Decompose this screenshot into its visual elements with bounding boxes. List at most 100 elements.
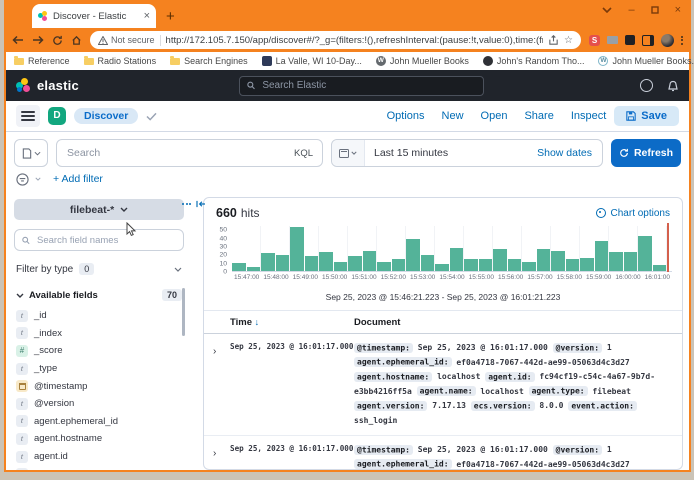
- refresh-button[interactable]: Refresh: [611, 139, 681, 167]
- chart-options-button[interactable]: Chart options: [596, 208, 670, 219]
- action-share[interactable]: Share: [524, 110, 553, 122]
- field-item[interactable]: tagent.id: [14, 448, 184, 466]
- date-picker: Last 15 minutes Show dates: [331, 139, 603, 167]
- histogram-bar[interactable]: [406, 239, 420, 272]
- histogram-bar[interactable]: [537, 249, 551, 272]
- histogram-bar[interactable]: [450, 248, 464, 272]
- bookmark-item[interactable]: Radio Stations: [84, 56, 157, 66]
- new-tab-button[interactable]: +: [166, 10, 175, 24]
- histogram-bar[interactable]: [290, 227, 304, 272]
- bookmark-item[interactable]: La Valle, WI 10-Day...: [262, 56, 362, 66]
- index-pattern-options-icon[interactable]: [182, 203, 191, 205]
- calendar-menu-button[interactable]: [332, 140, 365, 166]
- bookmark-item[interactable]: WJohn Mueller Books...: [598, 56, 694, 66]
- saved-query-menu-button[interactable]: [14, 139, 48, 167]
- histogram-bar[interactable]: [551, 251, 565, 272]
- field-item[interactable]: #_score: [14, 342, 184, 360]
- histogram-bar[interactable]: [363, 251, 377, 272]
- field-item[interactable]: t_id: [14, 307, 184, 325]
- bookmark-star-icon[interactable]: ☆: [564, 35, 573, 46]
- expand-row-icon[interactable]: ›: [204, 346, 216, 357]
- bookmark-item[interactable]: Reference: [14, 56, 70, 66]
- filter-menu-icon[interactable]: [16, 173, 29, 186]
- histogram-bar[interactable]: [348, 256, 362, 272]
- time-column-header[interactable]: Time ↓: [230, 317, 354, 328]
- available-fields-toggle[interactable]: Available fields 70: [14, 289, 184, 301]
- bookmark-item[interactable]: John's Random Tho...: [483, 56, 585, 66]
- extension-screen-icon[interactable]: [607, 36, 618, 44]
- back-icon[interactable]: [12, 35, 24, 45]
- minimize-button[interactable]: –: [628, 4, 634, 16]
- bookmark-label: John's Random Tho...: [497, 56, 585, 66]
- show-dates-link[interactable]: Show dates: [537, 147, 592, 159]
- histogram-bar[interactable]: [638, 236, 652, 272]
- table-row[interactable]: ›Sep 25, 2023 @ 16:01:17.000@timestamp: …: [204, 334, 682, 436]
- action-options[interactable]: Options: [387, 110, 425, 122]
- field-item[interactable]: t_type: [14, 360, 184, 378]
- index-pattern-selector[interactable]: filebeat-*: [14, 199, 184, 220]
- table-row[interactable]: ›Sep 25, 2023 @ 16:01:17.000@timestamp: …: [204, 436, 682, 469]
- action-new[interactable]: New: [442, 110, 464, 122]
- histogram-bar[interactable]: [595, 241, 609, 272]
- histogram-bar[interactable]: [580, 258, 594, 272]
- histogram-bar[interactable]: [276, 255, 290, 272]
- address-bar[interactable]: Not secure http://172.105.7.150/app/disc…: [90, 31, 581, 49]
- query-input-box[interactable]: KQL: [56, 139, 323, 167]
- nav-menu-icon[interactable]: [16, 105, 40, 127]
- histogram-bar[interactable]: [493, 249, 507, 272]
- forward-icon[interactable]: [32, 35, 44, 45]
- profile-avatar[interactable]: [661, 34, 674, 47]
- histogram-bar[interactable]: [609, 252, 623, 272]
- field-item[interactable]: t_index: [14, 325, 184, 343]
- histogram-bar[interactable]: [421, 255, 435, 272]
- chevron-down-icon[interactable]: [35, 177, 41, 181]
- histogram-bar[interactable]: [261, 253, 275, 272]
- space-badge[interactable]: D: [48, 107, 66, 125]
- reload-icon[interactable]: [52, 35, 63, 46]
- histogram-bar[interactable]: [305, 256, 319, 272]
- action-inspect[interactable]: Inspect: [571, 110, 606, 122]
- browser-tab[interactable]: Discover - Elastic ×: [32, 4, 156, 28]
- field-item[interactable]: t@version: [14, 395, 184, 413]
- help-icon[interactable]: [640, 79, 653, 92]
- sidebar-scrollbar[interactable]: [182, 288, 185, 336]
- window-chevron-icon[interactable]: [602, 7, 612, 13]
- field-search-box[interactable]: [14, 229, 184, 251]
- close-button[interactable]: ×: [675, 4, 681, 16]
- query-search-input[interactable]: [65, 146, 314, 160]
- sort-desc-icon[interactable]: ↓: [255, 317, 260, 327]
- bookmark-item[interactable]: WJohn Mueller Books: [376, 56, 469, 66]
- home-icon[interactable]: [71, 35, 82, 46]
- time-range-value[interactable]: Last 15 minutes: [374, 147, 448, 159]
- share-icon[interactable]: [548, 35, 559, 46]
- maximize-button[interactable]: [651, 6, 659, 14]
- elastic-brand[interactable]: elastic: [16, 78, 79, 93]
- browser-menu-icon[interactable]: [681, 36, 683, 45]
- histogram-bar[interactable]: [319, 252, 333, 272]
- field-item[interactable]: tagent.name: [14, 465, 184, 470]
- global-search[interactable]: [239, 76, 484, 96]
- bookmark-item[interactable]: Search Engines: [170, 56, 248, 66]
- tab-close-icon[interactable]: ×: [144, 11, 150, 21]
- alerts-bell-icon[interactable]: [667, 80, 679, 92]
- field-item[interactable]: tagent.ephemeral_id: [14, 413, 184, 431]
- field-item[interactable]: tagent.hostname: [14, 430, 184, 448]
- breadcrumb[interactable]: Discover: [74, 108, 138, 124]
- field-search-input[interactable]: [35, 234, 176, 247]
- field-item[interactable]: @timestamp: [14, 377, 184, 395]
- filter-by-type-control[interactable]: Filter by type 0: [14, 258, 184, 280]
- kql-language-button[interactable]: KQL: [294, 148, 313, 159]
- side-panel-icon[interactable]: [642, 35, 654, 46]
- y-tick-label: 10: [219, 260, 227, 267]
- collapse-sidebar-icon[interactable]: [196, 200, 206, 208]
- action-open[interactable]: Open: [481, 110, 508, 122]
- extension-shield-icon[interactable]: S: [589, 35, 600, 46]
- not-secure-warning[interactable]: Not secure: [98, 35, 155, 45]
- histogram-bar[interactable]: [624, 252, 638, 272]
- add-filter-link[interactable]: + Add filter: [53, 173, 103, 185]
- save-button[interactable]: Save: [614, 106, 679, 126]
- expand-row-icon[interactable]: ›: [204, 448, 216, 459]
- extensions-puzzle-icon[interactable]: [625, 35, 635, 45]
- url-text[interactable]: http://172.105.7.150/app/discover#/?_g=(…: [166, 35, 544, 46]
- global-search-input[interactable]: [260, 79, 476, 92]
